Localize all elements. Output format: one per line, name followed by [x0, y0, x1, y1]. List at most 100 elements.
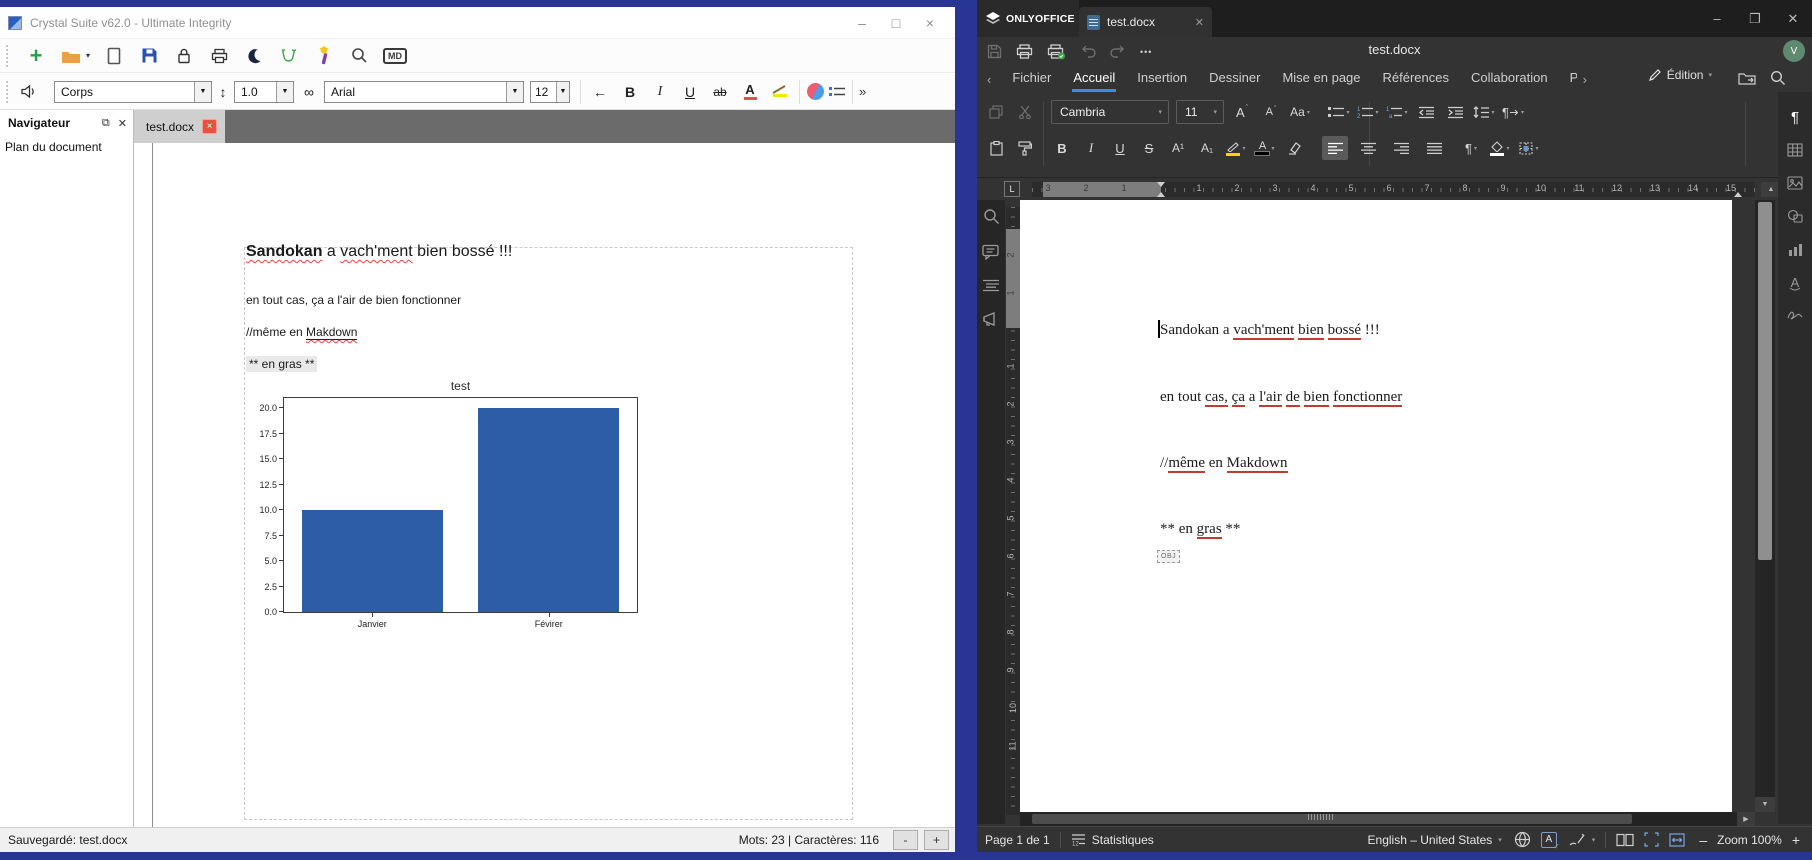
spellcheck-toggle[interactable]: A — [1541, 832, 1557, 848]
paragraph[interactable]: en tout cas, ça a l'air de bien fonction… — [246, 293, 461, 307]
search-icon[interactable] — [348, 45, 370, 67]
open-dropdown-icon[interactable]: ▾ — [86, 51, 90, 60]
tab-close-icon[interactable]: × — [202, 119, 217, 134]
underline-button[interactable]: U — [675, 84, 705, 100]
font-size-select[interactable]: 11 ▾ — [1176, 100, 1224, 124]
scrollbar-grip[interactable] — [1308, 814, 1334, 820]
toolbar-drag-handle[interactable] — [6, 45, 10, 67]
zoom-out-button[interactable]: - — [893, 830, 918, 850]
borders-button[interactable]: ▾ — [1518, 136, 1540, 160]
ribbon-tab-fichier[interactable]: Fichier — [1001, 68, 1062, 90]
left-indent-marker[interactable] — [1157, 192, 1165, 197]
left-document[interactable]: Sandokan a vach'ment bien bossé !!! en t… — [134, 143, 955, 827]
align-center-button[interactable] — [1355, 136, 1381, 160]
fit-page-icon[interactable] — [1644, 832, 1659, 847]
ribbon-tab-références[interactable]: Références — [1372, 68, 1460, 90]
markdown-icon[interactable]: MD — [383, 48, 407, 64]
highlight-color-button[interactable]: ▾ — [1225, 136, 1247, 160]
speaker-icon[interactable] — [18, 81, 40, 103]
v-ruler[interactable]: 211234567891011 — [1006, 207, 1020, 815]
bullet-list-icon[interactable]: ▾ — [1328, 100, 1350, 124]
first-line-indent-marker[interactable] — [1157, 182, 1165, 187]
paragraph[interactable]: en tout cas, ça a l'air de bien fonction… — [1160, 389, 1402, 406]
document-tab[interactable]: test.docx × — [134, 110, 225, 143]
page-indicator[interactable]: Page 1 de 1 — [985, 833, 1050, 847]
font-color-button[interactable]: A — [735, 84, 765, 100]
scroll-right-icon[interactable]: ▶ — [1737, 812, 1755, 826]
comments-icon[interactable] — [982, 244, 1000, 265]
tab-stop-selector[interactable]: L — [1004, 181, 1020, 197]
formatbar-drag-handle[interactable] — [6, 81, 10, 103]
bullet-list-icon[interactable] — [826, 81, 848, 103]
font-select-arrow-icon[interactable]: ▼ — [506, 82, 523, 102]
ribbon-tab-p[interactable]: P — [1559, 68, 1577, 90]
tab-close-icon[interactable]: ✕ — [1195, 16, 1204, 29]
image-settings-icon[interactable] — [1784, 172, 1806, 194]
search-icon[interactable] — [1770, 70, 1786, 86]
paragraph-heading[interactable]: Sandokan a vach'ment bien bossé !!! — [1160, 322, 1380, 339]
navigator-float-icon[interactable]: ⧉ — [102, 117, 110, 130]
paragraph[interactable]: //même en Makdown — [246, 325, 357, 339]
fit-width-icon[interactable] — [1669, 833, 1685, 847]
paragraph-heading[interactable]: Sandokan a vach'ment bien bossé !!! — [246, 243, 512, 261]
embedded-object-marker[interactable]: OBJ — [1157, 550, 1180, 563]
embedded-bar-chart[interactable]: test 0.02.55.07.510.012.515.017.520.0Jan… — [263, 379, 645, 637]
link-infinity-icon[interactable]: ∞ — [294, 84, 324, 100]
chevron-down-icon[interactable]: ▾ — [1207, 108, 1223, 116]
decrease-font-icon[interactable]: Aˇ — [1260, 100, 1282, 124]
maximize-button[interactable]: □ — [879, 15, 913, 31]
change-case-icon[interactable]: Aa▾ — [1289, 100, 1311, 124]
align-left-button[interactable] — [1322, 136, 1348, 160]
copy-icon[interactable] — [985, 100, 1007, 124]
edition-mode-button[interactable]: Édition ▾ — [1648, 68, 1712, 82]
multilevel-list-icon[interactable]: 1a▾ — [1386, 100, 1408, 124]
feedback-icon[interactable] — [982, 311, 1000, 332]
ribbon-tab-mise-en-page[interactable]: Mise en page — [1271, 68, 1371, 90]
spacing-select-arrow-icon[interactable]: ▼ — [276, 82, 293, 102]
close-button[interactable]: ✕ — [1774, 0, 1812, 37]
new-document-icon[interactable]: + — [25, 45, 47, 67]
h-ruler[interactable]: 321123456789101112131415 — [1032, 182, 1755, 197]
chevron-down-icon[interactable]: ▾ — [1152, 108, 1168, 116]
cup-icon[interactable] — [278, 45, 300, 67]
statistics-button[interactable]: 12 Statistiques — [1071, 833, 1154, 847]
scroll-down-icon[interactable]: ▼ — [1755, 797, 1775, 812]
signature-settings-icon[interactable] — [1784, 304, 1806, 326]
back-arrow-icon[interactable]: ← — [585, 84, 615, 100]
find-icon[interactable] — [983, 208, 1000, 230]
line-spacing-icon[interactable]: ↕ — [212, 84, 234, 100]
strikethrough-button[interactable]: S — [1138, 136, 1160, 160]
minimize-button[interactable]: – — [1698, 0, 1736, 37]
chart-settings-icon[interactable] — [1784, 238, 1806, 260]
justify-button[interactable] — [1421, 136, 1447, 160]
open-file-location-icon[interactable] — [1738, 71, 1756, 86]
two-pages-view-icon[interactable] — [1616, 833, 1634, 847]
bold-button[interactable]: B — [615, 84, 645, 100]
save-icon[interactable] — [138, 45, 160, 67]
maximize-button[interactable]: ❐ — [1736, 0, 1774, 37]
cut-icon[interactable] — [1014, 100, 1036, 124]
format-painter-icon[interactable] — [1014, 136, 1036, 160]
blank-page-icon[interactable] — [103, 45, 125, 67]
user-avatar[interactable]: V — [1783, 40, 1805, 62]
align-right-button[interactable] — [1388, 136, 1414, 160]
italic-button[interactable]: I — [645, 84, 675, 100]
track-changes-button[interactable]: ▾ — [1569, 833, 1596, 847]
paragraph[interactable]: ** en gras ** — [1160, 521, 1240, 538]
nonprinting-characters-button[interactable]: ¶▾ — [1460, 136, 1482, 160]
paragraph[interactable]: //même en Makdown — [1160, 455, 1288, 472]
toolbar-overflow-button[interactable]: » — [859, 84, 866, 99]
numbered-list-icon[interactable]: 12▾ — [1357, 100, 1379, 124]
open-folder-icon[interactable] — [60, 45, 82, 67]
zoom-out-button[interactable]: – — [1699, 832, 1707, 848]
strikethrough-button[interactable]: ab — [705, 85, 735, 99]
magic-wand-icon[interactable] — [313, 45, 335, 67]
text-art-settings-icon[interactable]: A — [1784, 271, 1806, 293]
headings-icon[interactable] — [983, 279, 999, 297]
superscript-button[interactable]: A¹ — [1167, 136, 1189, 160]
italic-button[interactable]: I — [1080, 136, 1102, 160]
zoom-in-button[interactable]: + — [924, 830, 949, 850]
paragraph[interactable]: ** en gras ** — [246, 357, 317, 371]
minimize-button[interactable]: – — [845, 15, 879, 31]
right-document-page[interactable]: Sandokan a vach'ment bien bossé !!! en t… — [1020, 200, 1732, 812]
